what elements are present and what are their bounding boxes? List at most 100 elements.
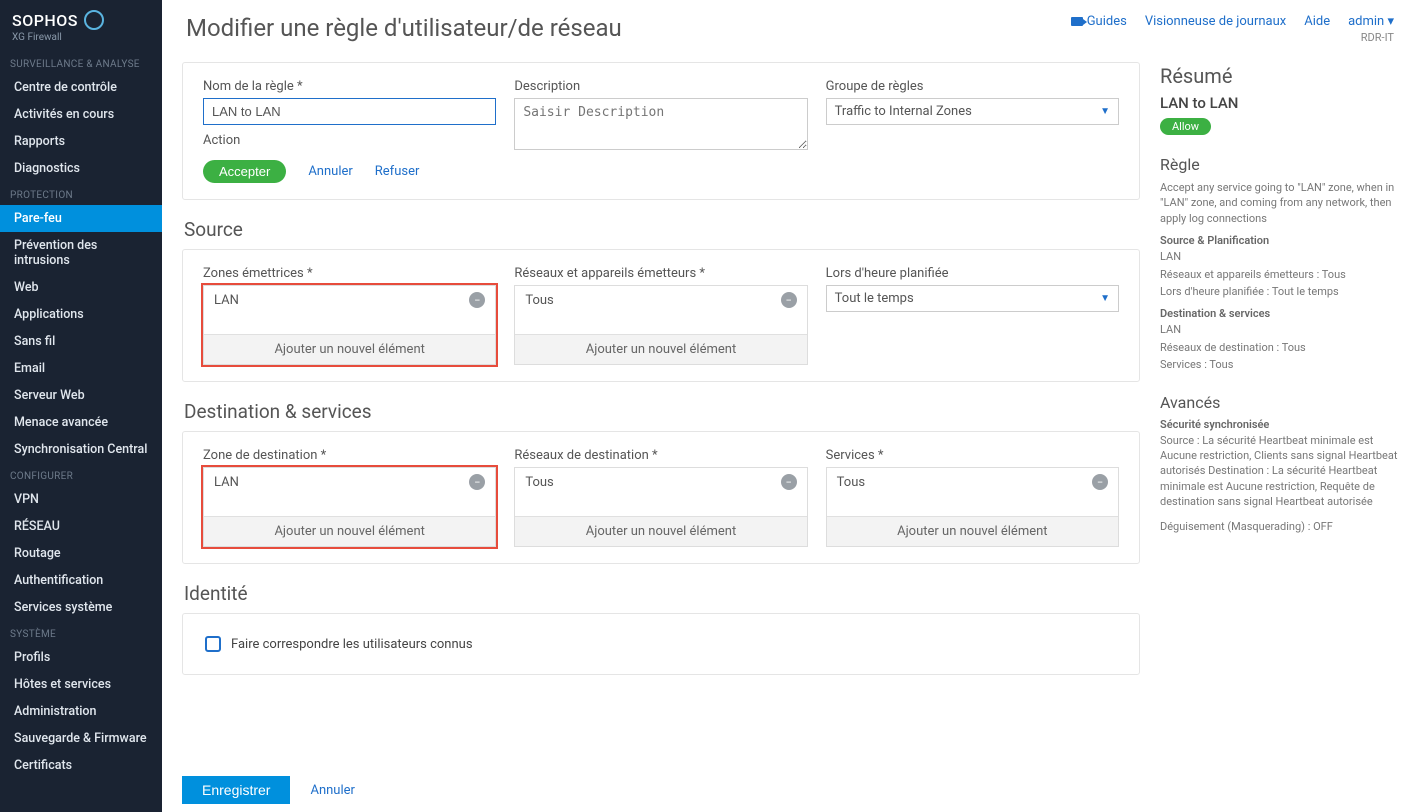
nav-item[interactable]: Prévention des intrusions (0, 232, 162, 274)
nav-item[interactable]: Activités en cours (0, 101, 162, 128)
nav-item[interactable]: Administration (0, 698, 162, 725)
summary-line: Réseaux de destination : Tous (1160, 340, 1400, 355)
summary-dst-header: Destination & services (1160, 307, 1400, 320)
remove-icon[interactable]: − (1092, 474, 1108, 490)
tenant-name: RDR-IT (1348, 31, 1394, 44)
brand-icon (84, 10, 104, 30)
nav-item[interactable]: Pare-feu (0, 205, 162, 232)
summary-masq: Déguisement (Masquerading) : OFF (1160, 519, 1400, 534)
nav-item[interactable]: Menace avancée (0, 409, 162, 436)
summary-adv-header: Avancés (1160, 393, 1400, 412)
remove-icon[interactable]: − (781, 474, 797, 490)
remove-icon[interactable]: − (781, 292, 797, 308)
nav-item[interactable]: Diagnostics (0, 155, 162, 182)
add-src-network-button[interactable]: Ajouter un nouvel élément (515, 334, 806, 364)
description-input[interactable] (514, 98, 807, 150)
video-icon (1071, 17, 1083, 26)
nav-item[interactable]: Applications (0, 301, 162, 328)
summary-rule-header: Règle (1160, 155, 1400, 174)
refuse-action[interactable]: Refuser (375, 164, 420, 179)
summary-rule-text: Accept any service going to "LAN" zone, … (1160, 180, 1400, 226)
rule-basics-card: Nom de la règle * Action Accepter Annule… (182, 62, 1140, 200)
admin-menu[interactable]: admin ▾ (1348, 14, 1394, 29)
dest-networks-box: Tous − Ajouter un nouvel élément (514, 467, 807, 547)
summary-adv-text: Source : La sécurité Heartbeat minimale … (1160, 433, 1400, 510)
dest-zone-box: LAN − Ajouter un nouvel élément (203, 467, 496, 547)
src-zones-box: LAN − Ajouter un nouvel élément (203, 285, 496, 365)
action-label: Action (203, 133, 496, 148)
match-known-users-checkbox[interactable] (205, 636, 221, 652)
nav-item[interactable]: Profils (0, 644, 162, 671)
dest-networks-label: Réseaux de destination * (514, 448, 807, 463)
service-chip: Tous − (827, 468, 1118, 496)
match-known-users-label: Faire correspondre les utilisateurs conn… (231, 637, 473, 652)
sidebar: SOPHOS XG Firewall SURVEILLANCE & ANALYS… (0, 0, 162, 812)
nav-item[interactable]: Services système (0, 594, 162, 621)
summary-line: LAN (1160, 249, 1400, 264)
nav-item[interactable]: Serveur Web (0, 382, 162, 409)
services-label: Services * (826, 448, 1119, 463)
guides-link[interactable]: Guides (1071, 14, 1127, 29)
chevron-down-icon: ▼ (1100, 106, 1110, 117)
nav-item[interactable]: Rapports (0, 128, 162, 155)
nav-section-header: PROTECTION (0, 182, 162, 205)
allow-badge: Allow (1160, 118, 1211, 135)
top-bar: Modifier une règle d'utilisateur/de rése… (162, 0, 1418, 54)
cancel-action[interactable]: Annuler (308, 164, 352, 179)
nav-item[interactable]: Authentification (0, 567, 162, 594)
dest-network-chip: Tous − (515, 468, 806, 496)
summary-adv-sub: Sécurité synchronisée (1160, 418, 1400, 431)
services-box: Tous − Ajouter un nouvel élément (826, 467, 1119, 547)
nav-item[interactable]: Email (0, 355, 162, 382)
add-service-button[interactable]: Ajouter un nouvel élément (827, 516, 1118, 546)
nav-section-header: SYSTÈME (0, 621, 162, 644)
nav-section-header: SURVEILLANCE & ANALYSE (0, 51, 162, 74)
brand-name: SOPHOS (12, 11, 78, 30)
nav-item[interactable]: Synchronisation Central (0, 436, 162, 463)
nav-item[interactable]: RÉSEAU (0, 513, 162, 540)
src-networks-box: Tous − Ajouter un nouvel élément (514, 285, 807, 365)
remove-icon[interactable]: − (469, 474, 485, 490)
help-link[interactable]: Aide (1304, 14, 1330, 29)
rule-name-label: Nom de la règle * (203, 79, 496, 94)
summary-line: Lors d'heure planifiée : Tout le temps (1160, 284, 1400, 299)
identity-heading: Identité (184, 582, 1140, 605)
nav-item[interactable]: Sauvegarde & Firmware (0, 725, 162, 752)
nav-item[interactable]: Hôtes et services (0, 671, 162, 698)
nav-item[interactable]: Certificats (0, 752, 162, 779)
page-title: Modifier une règle d'utilisateur/de rése… (186, 14, 1071, 42)
rule-group-label: Groupe de règles (826, 79, 1119, 94)
source-heading: Source (184, 218, 1140, 241)
remove-icon[interactable]: − (469, 292, 485, 308)
schedule-label: Lors d'heure planifiée (826, 266, 1119, 281)
nav-item[interactable]: VPN (0, 486, 162, 513)
src-zones-label: Zones émettrices * (203, 266, 496, 281)
brand-product: XG Firewall (12, 32, 150, 43)
nav-item[interactable]: Centre de contrôle (0, 74, 162, 101)
save-button[interactable]: Enregistrer (182, 776, 290, 804)
add-src-zone-button[interactable]: Ajouter un nouvel élément (204, 334, 495, 364)
footer-cancel-link[interactable]: Annuler (310, 783, 354, 798)
log-viewer-link[interactable]: Visionneuse de journaux (1145, 14, 1286, 29)
src-network-chip: Tous − (515, 286, 806, 314)
src-networks-label: Réseaux et appareils émetteurs * (514, 266, 807, 281)
schedule-select[interactable]: Tout le temps▼ (826, 285, 1119, 312)
nav-section-header: CONFIGURER (0, 463, 162, 486)
chevron-down-icon: ▼ (1100, 293, 1110, 304)
nav-item[interactable]: Routage (0, 540, 162, 567)
nav-item[interactable]: Web (0, 274, 162, 301)
rule-name-input[interactable] (203, 98, 496, 125)
dest-heading: Destination & services (184, 400, 1140, 423)
summary-src-header: Source & Planification (1160, 234, 1400, 247)
rule-group-select[interactable]: Traffic to Internal Zones▼ (826, 98, 1119, 125)
nav-item[interactable]: Sans fil (0, 328, 162, 355)
logo: SOPHOS XG Firewall (0, 0, 162, 51)
summary-rule-name: LAN to LAN (1160, 94, 1400, 112)
summary-line: LAN (1160, 322, 1400, 337)
add-dest-zone-button[interactable]: Ajouter un nouvel élément (204, 516, 495, 546)
accept-button[interactable]: Accepter (203, 160, 286, 183)
add-dest-network-button[interactable]: Ajouter un nouvel élément (515, 516, 806, 546)
dest-zone-label: Zone de destination * (203, 448, 496, 463)
src-zone-chip: LAN − (204, 286, 495, 314)
summary-line: Réseaux et appareils émetteurs : Tous (1160, 267, 1400, 282)
